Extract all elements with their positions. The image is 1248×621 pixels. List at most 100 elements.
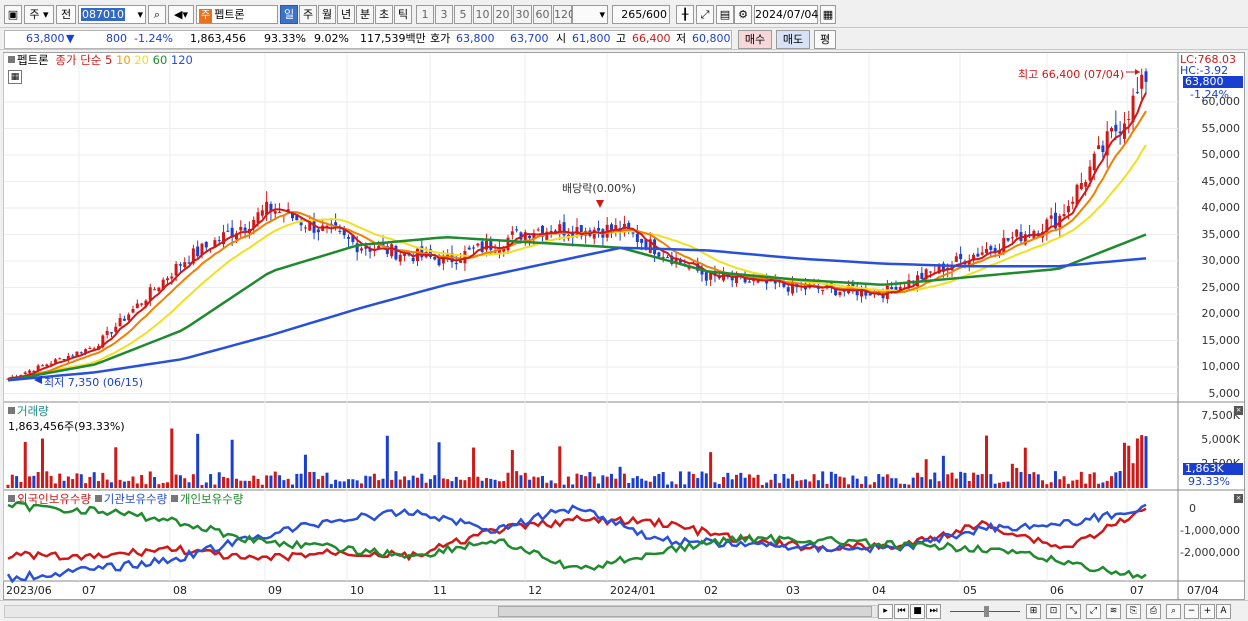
period-tab-2[interactable]: 월 — [318, 5, 336, 24]
interval-tab-30[interactable]: 30 — [513, 5, 532, 24]
legend-square-icon — [8, 407, 15, 414]
low-annotation: 최저 7,350 (06/15) — [44, 376, 144, 389]
period-tab-3[interactable]: 년 — [337, 5, 355, 24]
price-y-tick: 30,000 — [1201, 254, 1241, 267]
price-y-tick: 25,000 — [1201, 280, 1241, 294]
price-change-pct: -1.24% — [134, 32, 173, 45]
volume-value-label: 1,863,456주(93.33%) — [8, 420, 125, 433]
prev-button[interactable]: 전 — [56, 5, 76, 24]
holder-y-tick: -1,000,000 — [1180, 524, 1240, 537]
market-type-select[interactable]: 주 ▾ — [24, 5, 54, 24]
sell-button[interactable]: 매도 — [776, 30, 810, 49]
price-y-tick: 20,000 — [1201, 307, 1241, 320]
window-icon[interactable]: ▣ — [4, 5, 22, 24]
save-icon[interactable]: ▤ — [716, 5, 734, 24]
draw-tools-icon[interactable]: ⤢ — [696, 5, 714, 24]
close-panel-icon[interactable]: × — [1234, 406, 1243, 415]
stock-name-text: 펩트론 — [214, 8, 245, 21]
interval-dropdown[interactable]: ▾ — [572, 5, 608, 24]
volume-title: 거래량 — [17, 404, 49, 418]
x-axis-label: 09 — [268, 584, 282, 597]
low-label: 저 — [676, 32, 687, 45]
legend-square-icon — [8, 495, 15, 502]
data-count-field[interactable]: 265/600 — [612, 5, 670, 24]
font-size-icon[interactable]: A — [1216, 604, 1231, 619]
interval-tab-60[interactable]: 60 — [533, 5, 552, 24]
period-tab-0[interactable]: 일 — [280, 5, 298, 24]
candle-type-icon[interactable]: ╂ — [676, 5, 694, 24]
search-icon[interactable]: ⌕ — [148, 5, 166, 24]
search-icon[interactable]: ⌕ — [1166, 604, 1181, 619]
gear-icon[interactable]: ⚙ — [734, 5, 752, 24]
price-y-tick: 60,000 — [1201, 95, 1241, 108]
ma-legend-10: 10 — [112, 53, 131, 67]
eval-button[interactable]: 평 — [814, 30, 836, 49]
bid-ask-label: 호가 — [430, 32, 451, 45]
price-y-tick: 40,000 — [1201, 201, 1241, 214]
print-icon[interactable]: ⎙ — [1146, 604, 1161, 619]
first-page-icon[interactable]: ⏮ — [894, 604, 909, 619]
legend-square-icon — [8, 56, 15, 63]
x-axis-label: 07 — [1130, 584, 1144, 597]
speaker-icon[interactable]: ◀▾ — [168, 5, 194, 24]
stop-icon[interactable]: ■ — [910, 604, 925, 619]
table-icon[interactable]: ▦ — [8, 70, 22, 84]
x-axis-label: 2024/01 — [610, 584, 656, 597]
price-y-tick: 50,000 — [1201, 148, 1241, 161]
price-y-tick: 35,000 — [1201, 227, 1241, 241]
date-field[interactable]: 2024/07/04 — [754, 5, 818, 24]
ma-period-legend: 5 10 20 60 120 — [105, 53, 193, 67]
x-axis-label: 11 — [433, 584, 447, 597]
zoom-slider-handle[interactable] — [984, 606, 989, 617]
ask-price: 63,800 — [456, 32, 495, 45]
close-panel-icon[interactable]: × — [1234, 494, 1243, 503]
stock-name-field[interactable]: 주 펩트론 — [196, 5, 278, 24]
scroll-thumb[interactable] — [498, 606, 872, 617]
calendar-icon[interactable]: ▦ — [820, 5, 836, 24]
price-y-tick: 5,000 — [1208, 386, 1241, 400]
last-page-icon[interactable]: ⏭ — [926, 604, 941, 619]
period-tab-1[interactable]: 주 — [299, 5, 317, 24]
x-axis-label: 06 — [1050, 584, 1064, 597]
zoom-reset-icon[interactable]: ⤢ — [1086, 604, 1101, 619]
data-count-value: 265 — [621, 8, 643, 21]
interval-tab-10[interactable]: 10 — [473, 5, 492, 24]
scale-icon[interactable]: ≋ — [1106, 604, 1121, 619]
x-axis-label: 05 — [963, 584, 977, 597]
zoom-fit-icon[interactable]: ⊡ — [1046, 604, 1061, 619]
chevron-down-icon[interactable]: ▾ — [137, 6, 145, 23]
interval-tab-5[interactable]: 5 — [454, 5, 472, 24]
scroll-right-icon[interactable]: ▸ — [878, 604, 893, 619]
period-tab-4[interactable]: 분 — [356, 5, 374, 24]
high-label: 고 — [616, 32, 627, 45]
high-price: 66,400 — [632, 32, 671, 45]
zoom-in-icon[interactable]: + — [1200, 604, 1215, 619]
main-toolbar: ▣ 주 ▾ 전 087010 ▾ ⌕ ◀▾ 주 펩트론 일주월년분초틱 1 3 5 10… — [0, 0, 1248, 28]
holder-legend-0: 외국인보유수량 — [17, 492, 95, 506]
trade-amount: 117,539백만 — [360, 32, 426, 45]
scroll-bar: ▸ ⏮ ■ ⏭ ⊞ ⊡ ⤡ ⤢ ≋ ⎘ ⎙ ⌕ − + A — [0, 600, 1248, 621]
stock-code-input[interactable]: 087010 ▾ — [78, 5, 146, 24]
volume-y-tick: 5,000K — [1201, 433, 1240, 446]
interval-tab-1[interactable]: 1 — [416, 5, 434, 24]
down-arrow-icon: ▼ — [66, 32, 75, 45]
x-axis-label: 04 — [872, 584, 886, 597]
zoom-area-icon[interactable]: ⤡ — [1066, 604, 1081, 619]
zoom-out-icon[interactable]: − — [1184, 604, 1199, 619]
x-axis-label: 12 — [528, 584, 542, 597]
holder-legend: 외국인보유수량 기관보유수량 개인보유수량 — [8, 492, 243, 506]
period-tab-6[interactable]: 틱 — [394, 5, 412, 24]
period-tab-5[interactable]: 초 — [375, 5, 393, 24]
chart-area[interactable] — [3, 52, 1245, 600]
interval-tab-120[interactable]: 120 — [553, 5, 575, 24]
interval-tab-3[interactable]: 3 — [435, 5, 453, 24]
legend-square-icon — [170, 495, 178, 502]
last-price-tag: 63,800 — [1183, 76, 1243, 88]
x-axis-label: 2023/06 — [6, 584, 52, 597]
open-label: 시 — [556, 32, 567, 45]
holder-y-tick: 0 — [1189, 502, 1196, 515]
copy-icon[interactable]: ⎘ — [1126, 604, 1141, 619]
interval-tab-20[interactable]: 20 — [493, 5, 512, 24]
buy-button[interactable]: 매수 — [738, 30, 772, 49]
crosshair-icon[interactable]: ⊞ — [1026, 604, 1041, 619]
